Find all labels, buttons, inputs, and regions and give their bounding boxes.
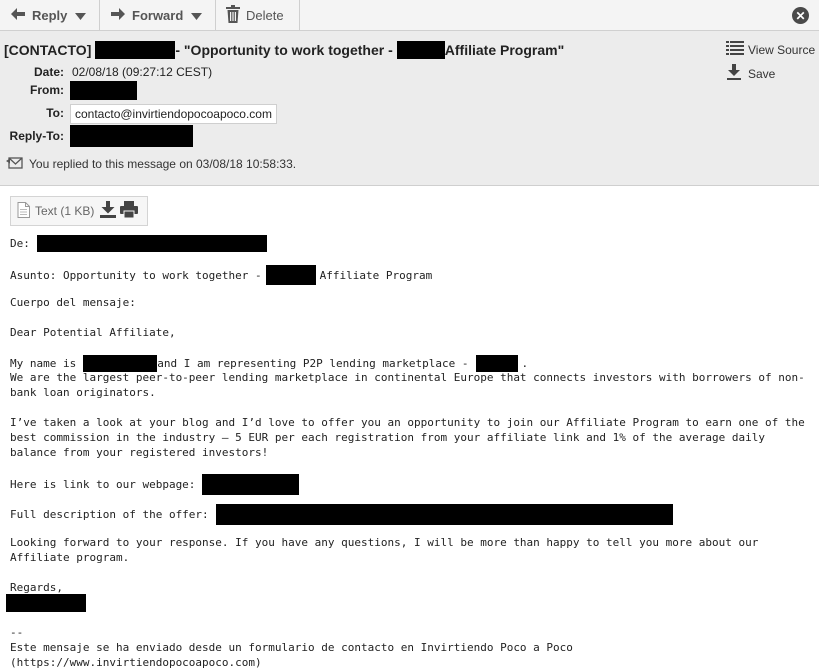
from-label: From: bbox=[30, 83, 64, 97]
forward-arrow-icon bbox=[110, 7, 126, 24]
reply-arrow-icon bbox=[10, 7, 26, 24]
chevron-down-icon[interactable] bbox=[191, 8, 203, 23]
reply-label: Reply bbox=[32, 7, 68, 23]
delete-label: Delete bbox=[246, 7, 284, 23]
subject-middle: - "Opportunity to work together - bbox=[175, 42, 393, 58]
subject-end: Affiliate Program" bbox=[444, 42, 565, 58]
body-text-line: Este mensaje se ha enviado desde un form… bbox=[10, 641, 573, 654]
body-fragment: . bbox=[521, 357, 529, 370]
body-webpage-line: Here is link to our webpage: bbox=[10, 474, 300, 495]
redacted-block bbox=[396, 41, 445, 59]
subject-prefix: [CONTACTO] bbox=[4, 42, 92, 58]
body-text-line: balance from your registered investors! bbox=[10, 446, 269, 459]
view-source-link[interactable]: View Source bbox=[726, 41, 815, 58]
message-toolbar: Reply Forward Delete ✕ bbox=[0, 0, 819, 31]
body-text-line: (https://www.invirtiendopocoapoco.com) bbox=[10, 656, 262, 669]
message-subject: [CONTACTO] - "Opportunity to work togeth… bbox=[4, 41, 564, 59]
document-icon bbox=[17, 201, 30, 221]
redacted-block bbox=[215, 504, 673, 525]
close-icon[interactable]: ✕ bbox=[792, 7, 809, 24]
to-label: To: bbox=[46, 106, 64, 120]
body-fragment: Here is link to our webpage: bbox=[10, 478, 196, 491]
subject-field-b: Affiliate Program bbox=[319, 268, 433, 282]
list-icon bbox=[726, 41, 744, 58]
trash-icon bbox=[226, 4, 240, 26]
redacted-block bbox=[70, 81, 137, 100]
body-text-line: Dear Potential Affiliate, bbox=[10, 326, 176, 339]
attachment-part[interactable]: Text (1 KB) bbox=[10, 196, 148, 226]
reply-button[interactable]: Reply bbox=[0, 0, 100, 30]
from-field-label: De: bbox=[10, 237, 30, 250]
body-offer-line: Full description of the offer: bbox=[10, 504, 673, 525]
download-icon[interactable] bbox=[100, 201, 117, 221]
redacted-block bbox=[6, 594, 86, 612]
redacted-block bbox=[202, 474, 300, 495]
replyto-label: Reply-To: bbox=[9, 129, 64, 143]
forward-label: Forward bbox=[132, 7, 184, 23]
download-icon bbox=[726, 64, 744, 83]
body-text-line: Cuerpo del mensaje: bbox=[10, 296, 136, 309]
save-label: Save bbox=[748, 66, 776, 81]
body-text-line: best commission in the industry – 5 EUR … bbox=[10, 431, 765, 444]
body-text-line: Regards, bbox=[10, 581, 63, 594]
subject-field-a: Asunto: Opportunity to work together - bbox=[10, 268, 262, 282]
body-text-line: -- bbox=[10, 626, 24, 639]
forward-button[interactable]: Forward bbox=[100, 0, 216, 30]
body-subject-line: Asunto: Opportunity to work together - A… bbox=[10, 265, 432, 285]
body-text-line: Affiliate program. bbox=[10, 551, 130, 564]
body-fragment: Full description of the offer: bbox=[10, 508, 209, 521]
body-from-line: De: bbox=[10, 235, 267, 252]
body-text-line: Looking forward to your response. If you… bbox=[10, 536, 759, 549]
redacted-block bbox=[95, 41, 176, 59]
chevron-down-icon[interactable] bbox=[75, 8, 87, 23]
attachment-label: Text (1 KB) bbox=[35, 204, 95, 218]
message-header: [CONTACTO] - "Opportunity to work togeth… bbox=[0, 31, 819, 186]
date-label: Date: bbox=[33, 65, 64, 79]
redacted-block bbox=[265, 265, 316, 285]
body-text-line: We are the largest peer-to-peer lending … bbox=[10, 371, 805, 384]
view-source-label: View Source bbox=[748, 42, 816, 57]
delete-button[interactable]: Delete bbox=[216, 0, 300, 30]
redacted-block bbox=[36, 235, 267, 252]
print-icon[interactable] bbox=[120, 201, 139, 221]
to-address[interactable]: contacto@invirtiendopocoapoco.com bbox=[70, 104, 277, 124]
date-value: 02/08/18 (09:27:12 CEST) bbox=[72, 65, 213, 79]
replied-text: You replied to this message on 03/08/18 … bbox=[29, 157, 297, 171]
body-text-line: I’ve taken a look at your blog and I’d l… bbox=[10, 416, 805, 429]
replied-envelope-icon bbox=[6, 156, 23, 172]
body-text-line: bank loan originators. bbox=[10, 386, 156, 399]
body-fragment: My name is bbox=[10, 357, 77, 370]
body-fragment: and I am representing P2P lending market… bbox=[157, 357, 469, 370]
replied-notice: You replied to this message on 03/08/18 … bbox=[6, 156, 296, 172]
save-link[interactable]: Save bbox=[726, 64, 775, 83]
redacted-block bbox=[70, 125, 193, 147]
